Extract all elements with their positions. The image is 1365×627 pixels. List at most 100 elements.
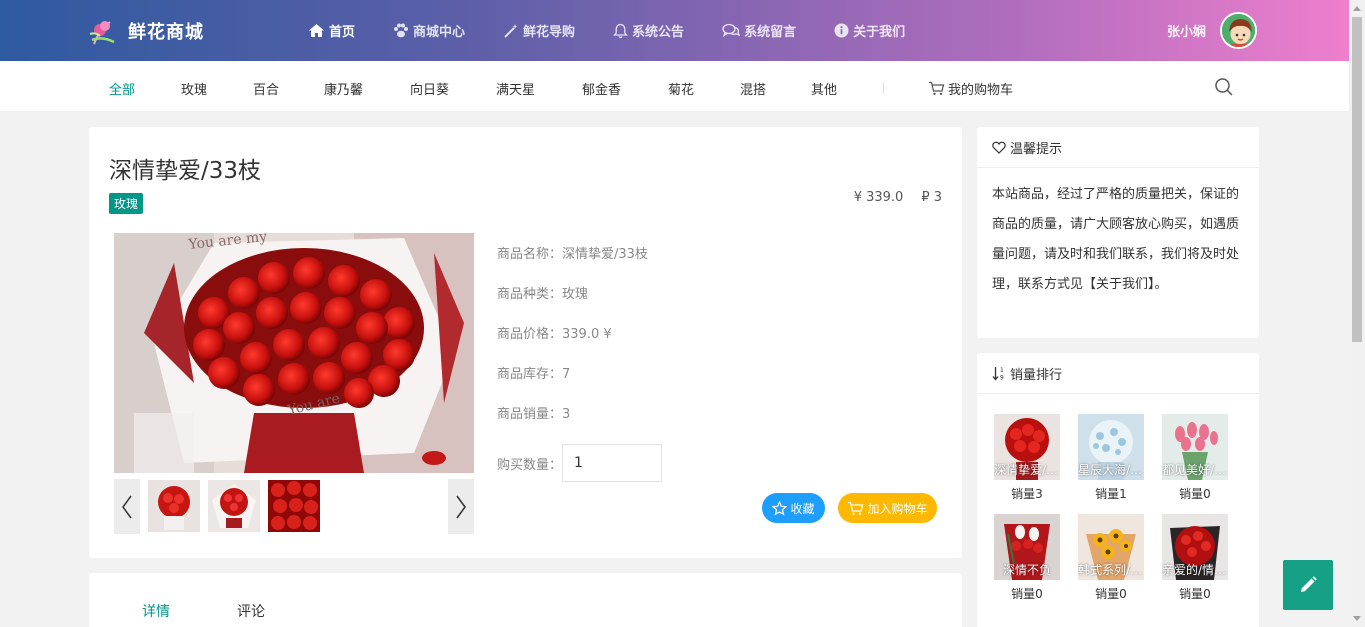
- page-scrollbar[interactable]: [1349, 0, 1365, 627]
- category-babys-breath[interactable]: 满天星: [496, 79, 535, 98]
- category-sunflower[interactable]: 向日葵: [410, 79, 449, 98]
- favorite-label: 收藏: [790, 501, 815, 516]
- pencil-icon: [1301, 576, 1317, 592]
- nav-home[interactable]: 首页: [308, 21, 355, 40]
- svg-text:1: 1: [1000, 367, 1004, 374]
- favorite-button[interactable]: 收藏: [762, 493, 825, 523]
- quantity-input[interactable]: [562, 444, 663, 482]
- category-chrysanthemum[interactable]: 菊花: [668, 79, 694, 98]
- ranking-heading: 销量排行: [1010, 367, 1063, 383]
- info-stock: 商品库存：7: [497, 367, 571, 382]
- ranking-item[interactable]: 深情挚爱/33枝 销量3: [994, 414, 1060, 502]
- ranking-item[interactable]: 深情不负 销量0: [994, 514, 1060, 602]
- info-name: 商品名称：深情挚爱/33枝: [497, 247, 648, 262]
- nav-announcements-label: 系统公告: [632, 25, 685, 40]
- scrollbar-thumb[interactable]: [1352, 17, 1362, 342]
- sales-ranking-card: 19 销量排行 深情挚爱/33枝 销量3 星辰大海/满天星 销量1 都见美好/郁…: [977, 353, 1259, 627]
- tab-comments[interactable]: 评论: [237, 601, 265, 621]
- user-menu[interactable]: 张小娴: [1167, 12, 1258, 49]
- top-navbar: 鲜花商城 首页 商城中心 鲜花导购 系统公告 系统留言 关于我们 张小娴: [0, 0, 1349, 61]
- add-to-cart-button[interactable]: 加入购物车: [838, 493, 937, 523]
- ranking-image: 亲爱的/情人节: [1162, 514, 1228, 580]
- avatar[interactable]: [1220, 12, 1258, 49]
- site-name: 鲜花商城: [128, 22, 204, 43]
- home-icon: [309, 24, 324, 37]
- ranking-item-name: 星辰大海/满天星: [1078, 463, 1144, 477]
- feedback-edit-button[interactable]: [1283, 560, 1333, 610]
- ranking-image: 韩式系列/向日葵: [1078, 514, 1144, 580]
- my-cart-link[interactable]: 我的购物车: [928, 79, 1013, 98]
- price-summary: ¥ 339.0 ₽ 3: [854, 190, 942, 205]
- nav-flower-guide[interactable]: 鲜花导购: [503, 21, 575, 40]
- thumbnail-1[interactable]: [148, 480, 200, 532]
- divider: [883, 83, 884, 93]
- ranking-image: 深情不负: [994, 514, 1060, 580]
- search-button[interactable]: [1214, 77, 1234, 101]
- ranking-image: 星辰大海/满天星: [1078, 414, 1144, 480]
- category-tulip[interactable]: 郁金香: [582, 79, 621, 98]
- quantity-row: 购买数量：: [497, 444, 663, 482]
- paw-icon: [394, 23, 409, 38]
- ranking-item-sales: 销量0: [1179, 587, 1211, 601]
- nav-mall-center[interactable]: 商城中心: [393, 21, 465, 40]
- thumbnail-prev-button[interactable]: [114, 479, 140, 534]
- ranking-item-sales: 销量0: [1179, 487, 1211, 501]
- thumbnail-2[interactable]: [208, 480, 260, 532]
- nav-messages[interactable]: 系统留言: [722, 21, 796, 40]
- ranking-item[interactable]: 亲爱的/情人节 销量0: [1162, 514, 1228, 602]
- category-all[interactable]: 全部: [109, 79, 135, 98]
- ranking-item-name: 深情挚爱/33枝: [994, 463, 1060, 477]
- comments-icon: [722, 23, 741, 38]
- info-circle-icon: [834, 23, 849, 38]
- ranking-item-sales: 销量1: [1095, 487, 1127, 501]
- sort-numeric-icon: 19: [992, 366, 1004, 381]
- ranking-header: 19 销量排行: [977, 353, 1259, 394]
- product-title: 深情挚爱/33枝: [109, 158, 262, 184]
- thumbnail-3[interactable]: [268, 480, 320, 532]
- quantity-label: 购买数量：: [497, 457, 563, 473]
- category-mixed[interactable]: 混搭: [740, 79, 766, 98]
- category-tag[interactable]: 玫瑰: [109, 193, 144, 214]
- category-bar: 全部 玫瑰 百合 康乃馨 向日葵 满天星 郁金香 菊花 混搭 其他 我的购物车: [0, 61, 1349, 112]
- ranking-item[interactable]: 星辰大海/满天星 销量1: [1078, 414, 1144, 502]
- category-carnation[interactable]: 康乃馨: [324, 79, 363, 98]
- scroll-up-icon[interactable]: [1353, 6, 1361, 11]
- product-main-image[interactable]: You are my You are: [114, 233, 474, 473]
- nav-messages-label: 系统留言: [744, 25, 797, 40]
- thumbnail-next-button[interactable]: [448, 479, 474, 534]
- ranking-item-name: 亲爱的/情人节: [1162, 563, 1228, 577]
- svg-text:9: 9: [1000, 374, 1004, 381]
- tip-text: 本站商品，经过了严格的质量把关，保证的商品的质量，请广大顾客放心购买，如遇质量问…: [992, 187, 1240, 292]
- username: 张小娴: [1167, 25, 1207, 40]
- detail-tabs-card: 详情 评论: [89, 573, 962, 627]
- info-price: 商品价格：339.0 ¥: [497, 327, 612, 342]
- category-rose[interactable]: 玫瑰: [181, 79, 207, 98]
- nav-about-us[interactable]: 关于我们: [834, 21, 905, 40]
- info-sales: 商品销量：3: [497, 407, 571, 422]
- flower-logo-icon: [88, 14, 122, 48]
- product-info-list: 商品名称：深情挚爱/33枝 商品种类：玫瑰 商品价格：339.0 ¥ 商品库存：…: [497, 243, 648, 443]
- nav-mall-center-label: 商城中心: [413, 25, 466, 40]
- tip-card: 温馨提示 本站商品，经过了严格的质量把关，保证的商品的质量，请广大顾客放心购买，…: [977, 127, 1259, 338]
- tab-details[interactable]: 详情: [142, 601, 170, 621]
- ranking-item-sales: 销量3: [1011, 487, 1043, 501]
- site-logo[interactable]: 鲜花商城: [88, 14, 204, 48]
- scroll-down-icon[interactable]: [1353, 616, 1361, 621]
- ranking-item-name: 深情不负: [1002, 563, 1051, 577]
- heart-icon: [992, 141, 1006, 154]
- category-lily[interactable]: 百合: [253, 79, 279, 98]
- info-category: 商品种类：玫瑰: [497, 287, 589, 302]
- category-other[interactable]: 其他: [811, 79, 837, 98]
- magic-wand-icon: [504, 23, 518, 38]
- tip-heading: 温馨提示: [1010, 141, 1063, 157]
- main-nav: 首页 商城中心 鲜花导购 系统公告 系统留言 关于我们: [308, 0, 943, 61]
- chevron-left-icon: [122, 495, 132, 518]
- ranking-item-sales: 销量0: [1095, 587, 1127, 601]
- nav-announcements[interactable]: 系统公告: [613, 21, 684, 40]
- ranking-item[interactable]: 都见美好/郁金香 销量0: [1162, 414, 1228, 502]
- add-to-cart-label: 加入购物车: [867, 501, 928, 516]
- ranking-item-name: 都见美好/郁金香: [1162, 463, 1228, 477]
- product-detail-card: 深情挚爱/33枝 玫瑰 ¥ 339.0 ₽ 3 You are my You a…: [89, 127, 962, 558]
- ranking-item[interactable]: 韩式系列/向日葵 销量0: [1078, 514, 1144, 602]
- ranking-image: 都见美好/郁金香: [1162, 414, 1228, 480]
